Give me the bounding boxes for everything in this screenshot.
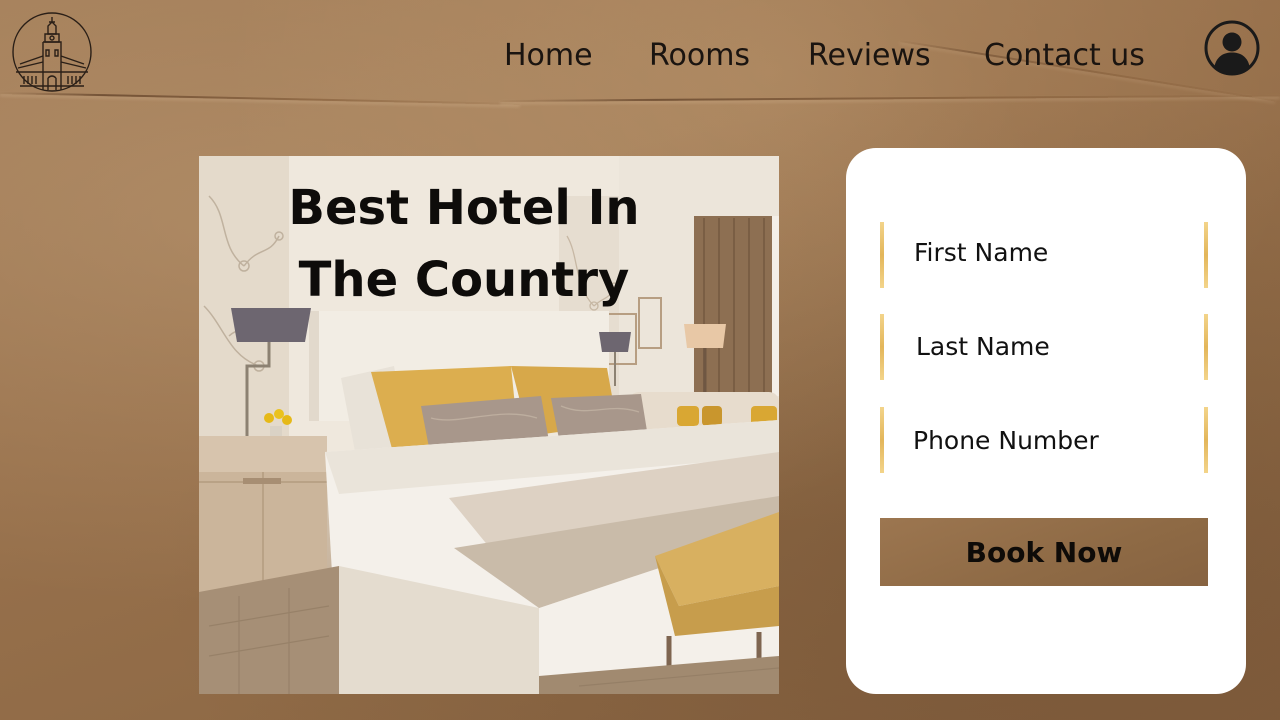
hero-room-image: Best Hotel In The Country [199, 156, 779, 694]
last-name-field[interactable]: Last Name [880, 314, 1208, 380]
first-name-field[interactable]: First Name [880, 222, 1208, 288]
hero-title-line-1: Best Hotel In [288, 180, 640, 236]
booking-form-card: First Name Last Name Phone Number Book N… [846, 148, 1246, 694]
book-now-button[interactable]: Book Now [880, 518, 1208, 586]
first-name-label: First Name [914, 238, 1049, 267]
last-name-label: Last Name [916, 332, 1050, 361]
hero-title: Best Hotel In The Country [259, 172, 669, 316]
user-avatar-icon[interactable] [1204, 20, 1260, 76]
paper-crease [499, 94, 1280, 102]
nav-item-reviews[interactable]: Reviews [808, 38, 931, 73]
nav-item-contact-us[interactable]: Contact us [984, 38, 1145, 73]
phone-number-label: Phone Number [913, 426, 1099, 455]
phone-number-field[interactable]: Phone Number [880, 407, 1208, 473]
nav-item-rooms[interactable]: Rooms [649, 38, 750, 73]
hotel-logo-icon[interactable] [12, 12, 92, 92]
paper-crease [0, 92, 520, 105]
nav-item-home[interactable]: Home [504, 38, 593, 73]
hero-title-line-2: The Country [298, 252, 630, 308]
